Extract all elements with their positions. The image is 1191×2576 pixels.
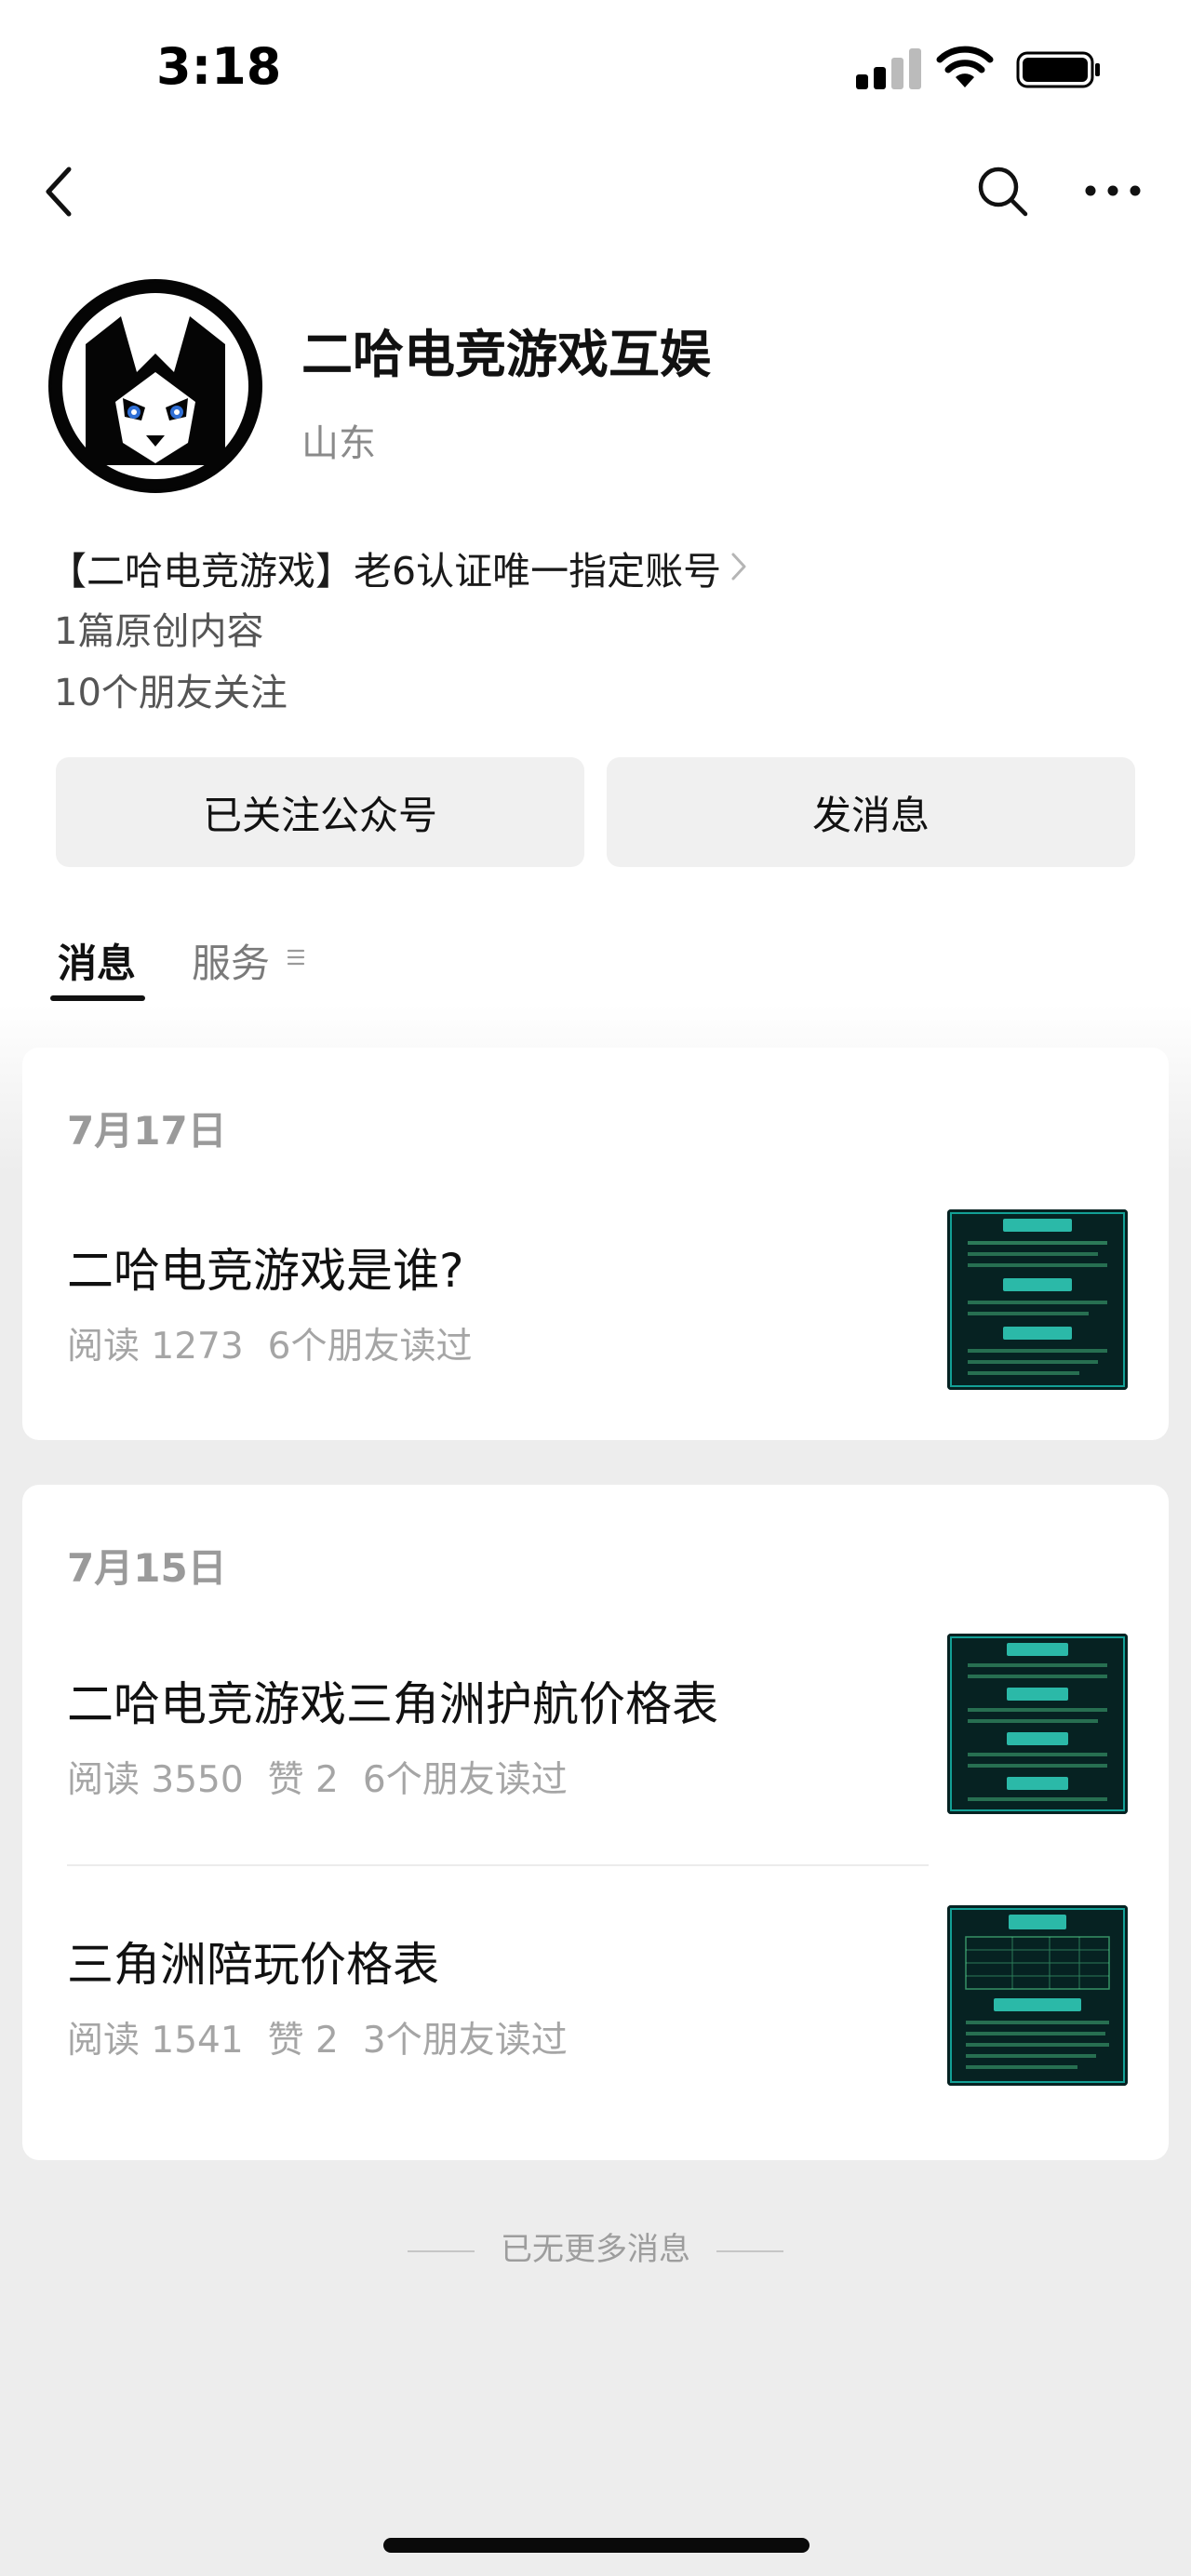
account-avatar[interactable] [48,279,262,493]
article-thumbnail [947,1634,1128,1814]
article-meta: 阅读 1541 赞 2 3个朋友读过 [67,2011,592,2063]
article-friends-read: 6个朋友读过 [267,1326,473,1368]
article-item[interactable]: 二哈电竞游戏三角洲护航价格表 阅读 3550 赞 2 6个朋友读过 [22,1624,1169,1848]
account-description[interactable]: 【二哈电竞游戏】老6认证唯一指定账号 [48,540,721,595]
article-reads: 阅读 1541 [67,2020,244,2062]
original-content-count[interactable]: 1篇原创内容 [54,601,263,655]
message-group-card: 7月15日 二哈电竞游戏三角洲护航价格表 阅读 3550 赞 2 6个朋友读过 [22,1485,1169,2160]
tab-messages[interactable]: 消息 [58,932,136,989]
article-title: 三角洲陪玩价格表 [67,1938,439,1992]
article-title: 二哈电竞游戏三角洲护航价格表 [67,1677,718,1731]
more-options-icon[interactable] [1083,177,1143,205]
status-bar: 3:18 [0,0,1191,140]
end-note-rule-left [408,2249,475,2252]
article-friends-read: 6个朋友读过 [362,1759,568,1801]
article-reads: 阅读 3550 [67,1759,244,1801]
article-item[interactable]: 三角洲陪玩价格表 阅读 1541 赞 2 3个朋友读过 [22,1870,1169,2102]
article-meta: 阅读 3550 赞 2 6个朋友读过 [67,1751,592,1803]
nav-bar [0,149,1191,233]
end-note-rule-right [716,2249,783,2252]
article-item[interactable]: 二哈电竞游戏是谁? 阅读 1273 6个朋友读过 [22,1187,1169,1401]
search-icon[interactable] [975,164,1031,220]
back-arrow-icon[interactable] [41,162,78,221]
end-note-text: 已无更多消息 [501,2231,690,2268]
cellular-signal-icon [856,47,921,89]
article-thumbnail [947,1905,1128,2086]
husky-logo-icon [51,282,260,490]
article-likes: 赞 2 [267,2020,339,2062]
article-reads: 阅读 1273 [67,1326,244,1368]
friends-following-count[interactable]: 10个朋友关注 [54,662,288,716]
message-group-card: 7月17日 二哈电竞游戏是谁? 阅读 1273 6个朋友读过 [22,1048,1169,1440]
article-friends-read: 3个朋友读过 [362,2020,568,2062]
tab-services[interactable]: 服务 [192,932,270,989]
status-time: 3:18 [156,37,282,96]
home-indicator[interactable] [383,2538,810,2553]
end-of-messages-note: 已无更多消息 [0,2223,1191,2269]
active-tab-indicator [50,995,145,1001]
following-button[interactable]: 已关注公众号 [56,757,584,867]
message-date: 7月15日 [67,1545,227,1591]
article-meta: 阅读 1273 6个朋友读过 [67,1317,496,1369]
account-region: 山东 [301,422,376,465]
account-name: 二哈电竞游戏互娱 [301,325,712,384]
send-message-button[interactable]: 发消息 [607,757,1135,867]
chevron-right-icon [731,553,746,581]
article-likes: 赞 2 [267,1759,339,1801]
article-thumbnail [947,1209,1128,1390]
menu-lines-icon[interactable] [287,947,305,968]
message-date: 7月17日 [67,1108,227,1154]
battery-icon [1016,51,1100,88]
article-divider [67,1864,929,1866]
wifi-icon [936,46,994,87]
article-title: 二哈电竞游戏是谁? [67,1244,464,1298]
